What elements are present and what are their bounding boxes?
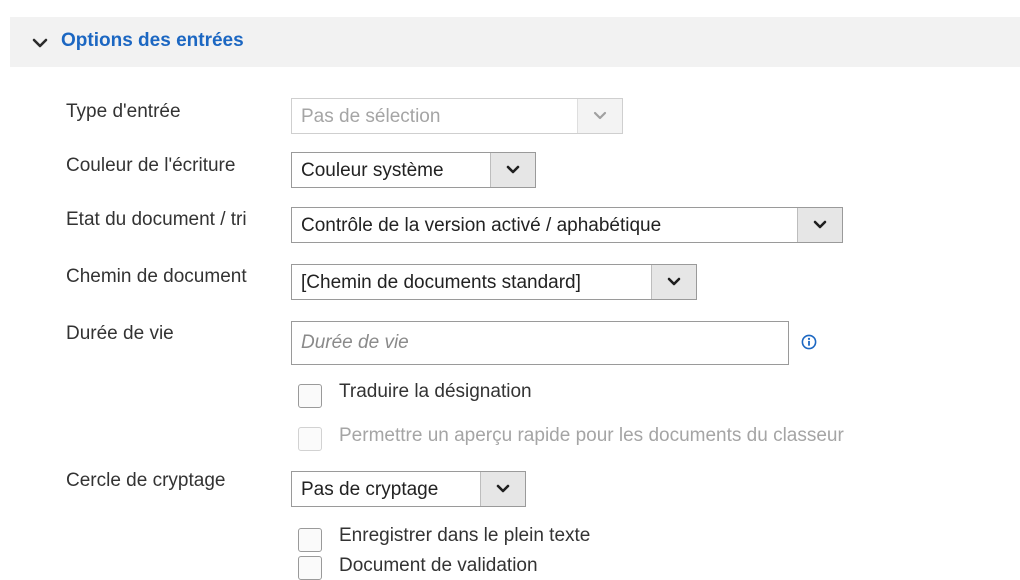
encryption-value: Pas de cryptage xyxy=(301,479,439,500)
doc-state-value: Contrôle de la version activé / aphabéti… xyxy=(301,215,662,236)
chevron-down-icon[interactable] xyxy=(31,34,49,52)
doc-path-select[interactable]: [Chemin de documents standard] xyxy=(291,264,697,300)
entry-type-select[interactable]: Pas de sélection xyxy=(291,98,623,134)
quick-preview-checkbox-label: Permettre un aperçu rapide pour les docu… xyxy=(339,425,844,446)
doc-state-dropdown-button[interactable] xyxy=(797,208,842,242)
section-header[interactable]: Options des entrées xyxy=(10,17,1020,67)
encryption-select[interactable]: Pas de cryptage xyxy=(291,471,526,507)
doc-state-label: Etat du document / tri xyxy=(66,209,247,230)
fulltext-checkbox[interactable] xyxy=(298,528,322,552)
fulltext-checkbox-label: Enregistrer dans le plein texte xyxy=(339,525,591,546)
entry-type-label: Type d'entrée xyxy=(66,101,181,122)
chevron-down-icon xyxy=(667,277,681,286)
text-color-dropdown-button[interactable] xyxy=(490,153,535,187)
translate-checkbox[interactable] xyxy=(298,384,322,408)
translate-checkbox-label: Traduire la désignation xyxy=(339,381,532,402)
validation-checkbox[interactable] xyxy=(298,556,322,580)
text-color-value: Couleur système xyxy=(301,160,444,181)
quick-preview-checkbox[interactable] xyxy=(298,427,322,451)
lifetime-label: Durée de vie xyxy=(66,323,174,344)
entry-type-value: Pas de sélection xyxy=(301,106,441,127)
doc-path-label: Chemin de document xyxy=(66,266,247,287)
chevron-down-icon xyxy=(506,165,520,174)
entry-type-dropdown-button[interactable] xyxy=(577,99,622,133)
text-color-label: Couleur de l'écriture xyxy=(66,155,236,176)
section-title: Options des entrées xyxy=(61,30,244,51)
text-color-select[interactable]: Couleur système xyxy=(291,152,536,188)
info-icon[interactable] xyxy=(801,334,817,350)
validation-checkbox-label: Document de validation xyxy=(339,555,538,576)
chevron-down-icon xyxy=(496,484,510,493)
lifetime-input[interactable] xyxy=(291,321,789,365)
doc-path-dropdown-button[interactable] xyxy=(651,265,696,299)
chevron-down-icon xyxy=(813,220,827,229)
doc-path-value: [Chemin de documents standard] xyxy=(301,272,581,293)
chevron-down-icon xyxy=(593,111,607,120)
doc-state-select[interactable]: Contrôle de la version activé / aphabéti… xyxy=(291,207,843,243)
encryption-dropdown-button[interactable] xyxy=(480,472,525,506)
encryption-label: Cercle de cryptage xyxy=(66,470,226,491)
